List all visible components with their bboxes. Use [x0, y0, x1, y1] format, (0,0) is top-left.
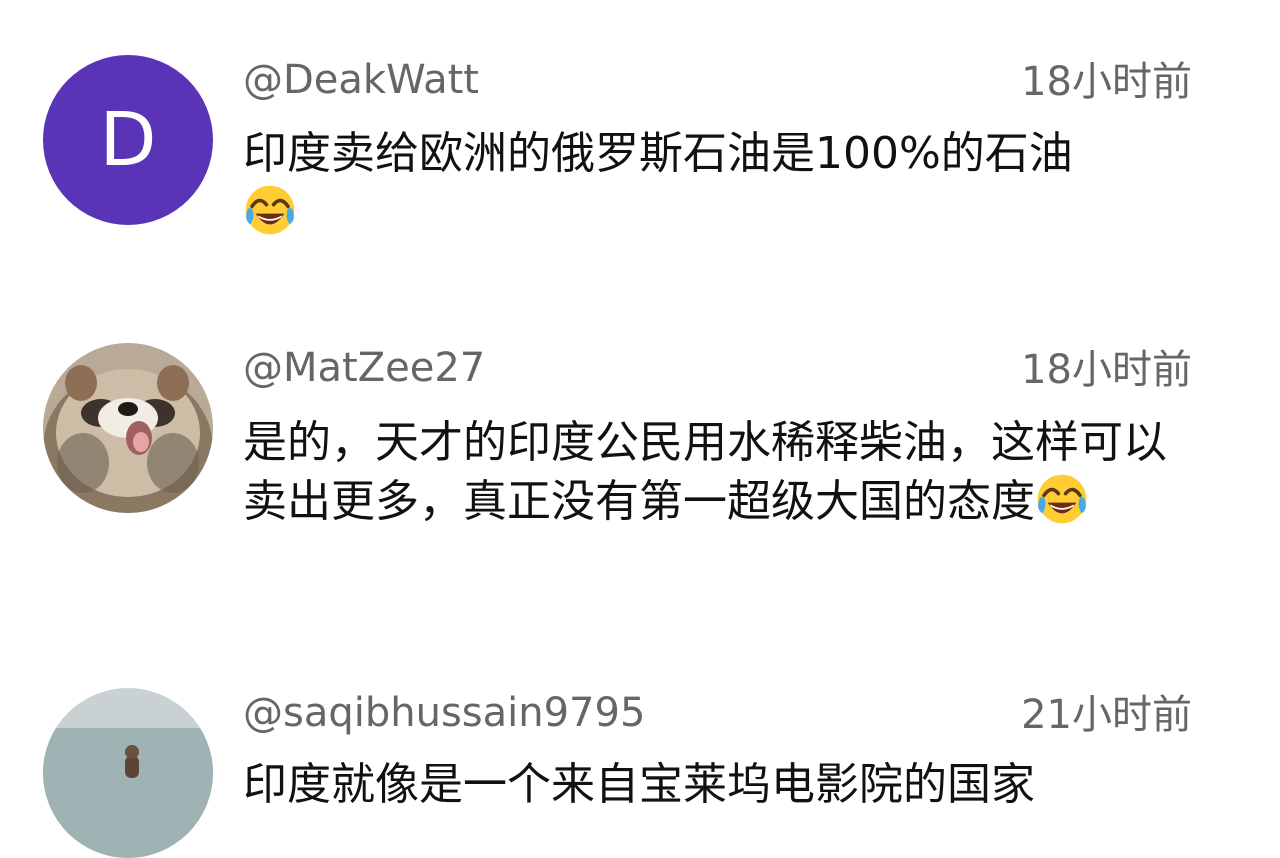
comment-text: 是的，天才的印度公民用水稀释柴油，这样可以卖出更多，真正没有第一超级大国的态度	[243, 413, 1193, 531]
comment-text-body: 印度就像是一个来自宝莱坞电影院的国家	[243, 759, 1035, 810]
comment-username[interactable]: @DeakWatt	[243, 55, 479, 105]
comment-username[interactable]: @saqibhussain9795	[243, 688, 645, 738]
comment-text: 印度卖给欧洲的俄罗斯石油是100%的石油	[243, 124, 1193, 242]
comment-time: 18小时前	[1021, 59, 1192, 105]
user-avatar[interactable]: D	[43, 55, 213, 225]
comment-text-body: 是的，天才的印度公民用水稀释柴油，这样可以卖出更多，真正没有第一超级大国的态度	[243, 417, 1167, 527]
comment-time: 18小时前	[1021, 347, 1192, 393]
comment-text-body: 印度卖给欧洲的俄罗斯石油是100%的石油	[243, 128, 1073, 179]
comment-time: 21小时前	[1021, 692, 1192, 738]
comment-username[interactable]: @MatZee27	[243, 343, 485, 393]
face-with-tears-of-joy-icon	[1037, 474, 1087, 524]
avatar-letter: D	[99, 97, 157, 183]
user-avatar[interactable]	[43, 343, 213, 513]
user-avatar[interactable]	[43, 688, 213, 858]
comment-text: 印度就像是一个来自宝莱坞电影院的国家	[243, 755, 1193, 814]
raccoon-dog-photo-icon	[43, 343, 213, 513]
face-with-tears-of-joy-icon	[245, 185, 295, 235]
beach-person-photo-icon	[43, 688, 213, 858]
